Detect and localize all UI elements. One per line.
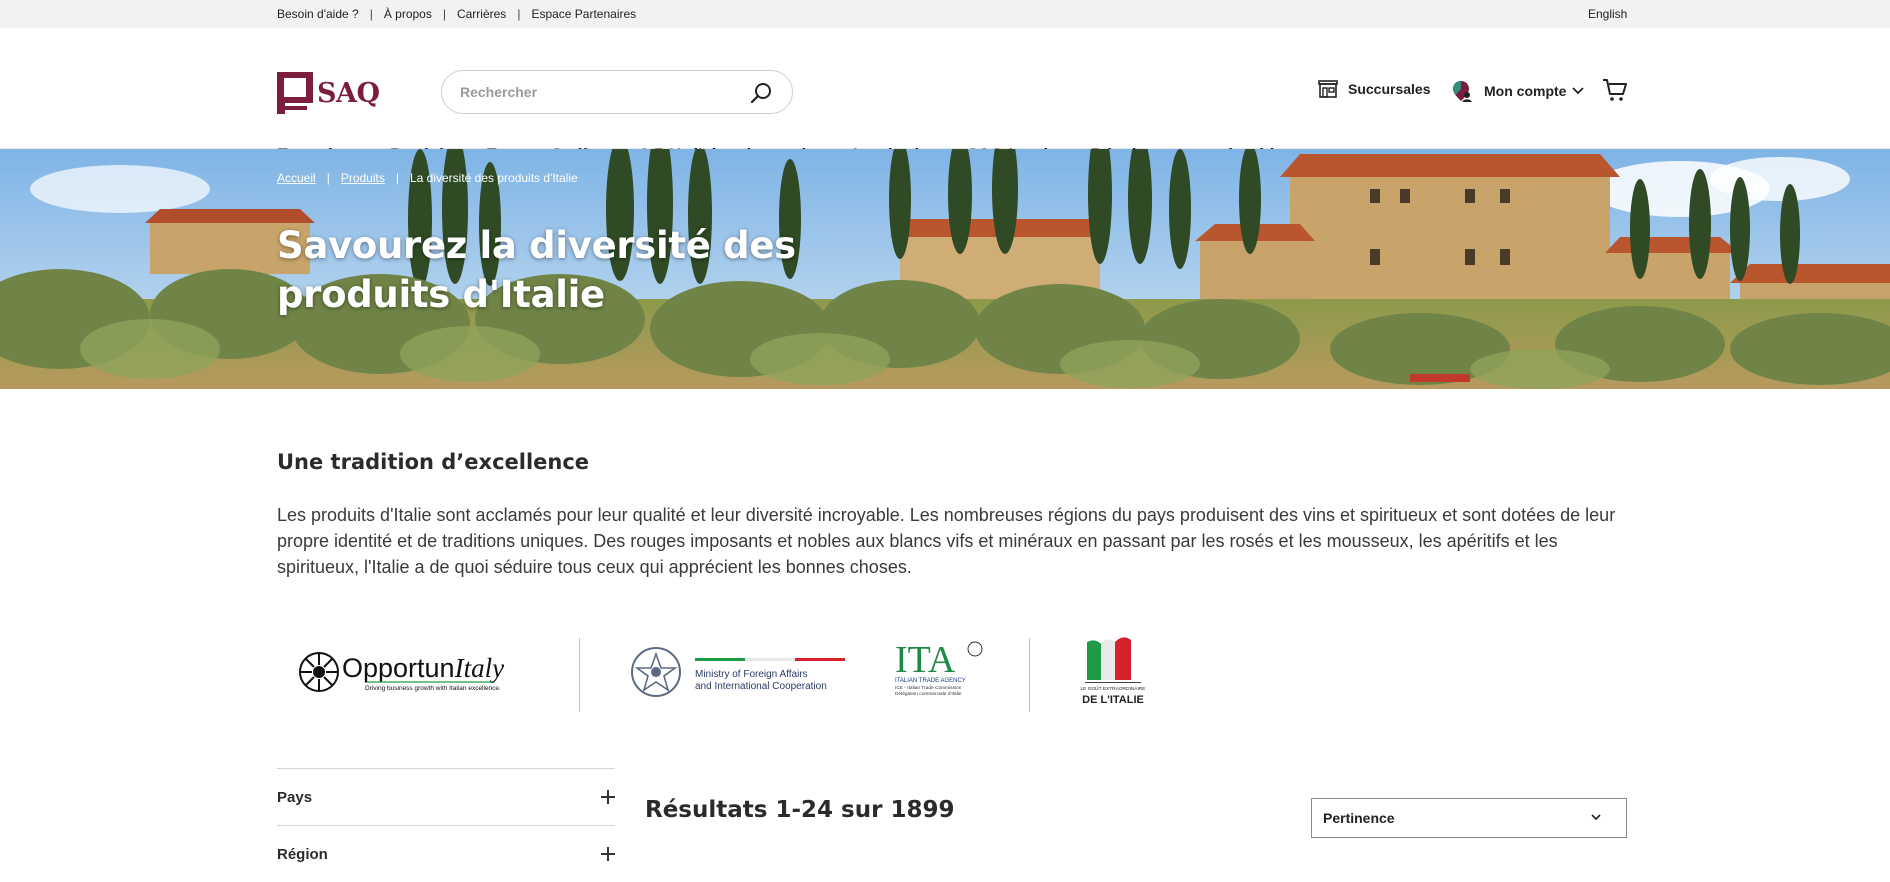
utility-links: Besoin d'aide ? | À propos | Carrières |…: [277, 0, 636, 28]
about-link[interactable]: À propos: [384, 7, 432, 21]
filter-label: Pays: [277, 788, 313, 806]
ita-line1: ITALIAN TRADE AGENCY: [895, 678, 966, 684]
account-icon: [1453, 81, 1472, 102]
filter-country[interactable]: Pays: [277, 768, 615, 825]
divider: [1029, 638, 1030, 712]
separator: |: [369, 7, 373, 21]
results-count: Résultats 1-24 sur 1899: [645, 797, 955, 823]
gout-line1: LE GOÛT EXTRAORDINAIRE: [1081, 685, 1146, 692]
filter-region[interactable]: Région: [277, 825, 615, 882]
search-input[interactable]: [460, 84, 740, 100]
store-icon: [1318, 80, 1338, 98]
gout-italie-logo: LE GOÛT EXTRAORDINAIRE DE L'ITALIE: [1081, 637, 1146, 706]
chevron-down-icon: [1591, 814, 1601, 821]
plus-icon: [601, 847, 615, 861]
language-switch[interactable]: English: [1588, 0, 1627, 28]
top-utility-bar: Besoin d'aide ? | À propos | Carrières |…: [0, 0, 1890, 28]
filter-panel: Pays Région: [277, 768, 615, 882]
ministry-line1: Ministry of Foreign Affairs: [695, 669, 808, 680]
section-title: Une tradition d’excellence: [277, 450, 590, 474]
search-icon[interactable]: [750, 81, 774, 105]
separator: |: [395, 171, 399, 185]
hero-banner: Accueil | Produits | La diversité des pr…: [0, 149, 1890, 389]
careers-link[interactable]: Carrières: [457, 7, 506, 21]
chevron-down-icon: [1572, 87, 1585, 95]
search-box: [441, 70, 793, 114]
divider: [579, 638, 580, 712]
cart-button[interactable]: [1602, 78, 1628, 102]
ministry-line2: and International Cooperation: [695, 681, 827, 692]
gout-line2: DE L'ITALIE: [1082, 694, 1144, 706]
ministry-logo: Ministry of Foreign Affairs and Internat…: [631, 647, 845, 697]
account-menu[interactable]: Mon compte: [1452, 80, 1585, 102]
sort-selected-value: Pertinence: [1323, 810, 1395, 826]
separator: |: [326, 171, 330, 185]
separator: |: [442, 7, 446, 21]
partners-link[interactable]: Espace Partenaires: [531, 7, 636, 21]
saq-logo[interactable]: SAQ: [277, 72, 380, 114]
account-label: Mon compte: [1484, 83, 1567, 99]
cart-icon: [1603, 79, 1627, 101]
site-header: SAQ Succursales Mon compte: [0, 28, 1890, 164]
ita-line3: Délégation commerciale d'Italie: [895, 691, 962, 697]
intro-paragraph: Les produits d'Italie sont acclamés pour…: [277, 505, 1616, 577]
breadcrumb: Accueil | Produits | La diversité des pr…: [277, 171, 578, 185]
breadcrumb-current: La diversité des produits d'Italie: [409, 171, 578, 185]
ita-logo: ITA ITALIAN TRADE AGENCY ICE - Italian T…: [895, 639, 983, 697]
stores-link[interactable]: Succursales: [1318, 80, 1431, 98]
partner-logos: OpportunItaly Driving business growth wi…: [277, 632, 1177, 712]
page-title: Savourez la diversité des produits d'Ita…: [277, 224, 796, 316]
saq-logo-icon: [277, 72, 313, 114]
breadcrumb-home[interactable]: Accueil: [277, 171, 316, 185]
opportunitaly-name: OpportunItaly: [342, 653, 504, 683]
ita-name: ITA: [895, 639, 956, 681]
plus-icon: [601, 790, 615, 804]
opportunitaly-tagline: Driving business growth with Italian exc…: [365, 685, 501, 692]
stores-label: Succursales: [1348, 81, 1431, 97]
logo-wordmark: SAQ: [317, 77, 380, 109]
sort-select[interactable]: Pertinence: [1311, 798, 1627, 838]
breadcrumb-products[interactable]: Produits: [341, 171, 385, 185]
ita-line2: ICE - Italian Trade Commission: [895, 685, 962, 691]
filter-label: Région: [277, 845, 328, 863]
separator: |: [517, 7, 521, 21]
help-link[interactable]: Besoin d'aide ?: [277, 7, 359, 21]
opportunitaly-logo: OpportunItaly Driving business growth wi…: [299, 652, 504, 692]
